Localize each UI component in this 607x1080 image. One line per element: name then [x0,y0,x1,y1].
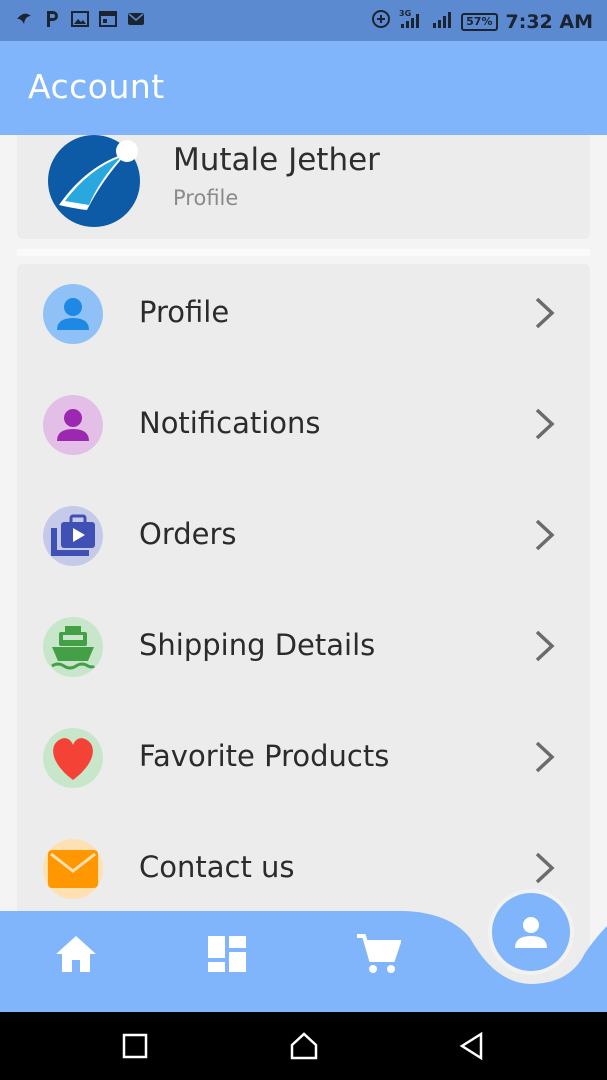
profile-subtitle: Profile [173,186,239,210]
page-title: Account [28,67,165,106]
menu-item-shipping-details[interactable]: Shipping Details [17,597,590,708]
heart-icon [43,728,103,788]
account-icon[interactable] [492,893,570,971]
parking-icon [42,9,62,29]
back-icon[interactable] [456,1030,488,1062]
image-icon [70,9,90,29]
home-system-icon[interactable] [288,1030,320,1062]
menu-item-label: Orders [139,517,237,551]
ship-icon [43,617,103,677]
menu-item-orders[interactable]: Orders [17,486,590,597]
chevron-right-icon [535,741,555,773]
menu-item-label: Favorite Products [139,739,390,773]
app-notification-icon [14,9,34,29]
mail-icon [43,839,103,899]
chevron-right-icon [535,408,555,440]
person-icon [43,395,103,455]
avatar[interactable] [47,135,142,227]
signal-icon [431,9,453,34]
profile-header-card[interactable]: Mutale Jether Profile [17,135,590,239]
message-icon [126,9,146,29]
recent-apps-icon[interactable] [119,1030,151,1062]
app-bar: Account [0,41,607,135]
dashboard-icon[interactable] [203,930,251,978]
notification-icons [14,9,146,29]
menu-item-label: Notifications [139,406,321,440]
chevron-right-icon [535,852,555,884]
menu-item-favorite-products[interactable]: Favorite Products [17,708,590,819]
clock-time: 7:32 AM [505,10,594,33]
svg-text:3G: 3G [399,9,411,18]
menu-item-label: Profile [139,295,230,329]
chevron-right-icon [535,519,555,551]
cart-icon[interactable] [354,930,402,978]
battery-level: 57% [461,12,498,31]
menu-item-profile[interactable]: Profile [17,264,590,375]
data-saver-icon [371,9,391,34]
signal-3g-icon: 3G [399,8,423,35]
menu-item-label: Contact us [139,850,295,884]
orders-icon [43,506,103,566]
menu-item-label: Shipping Details [139,628,376,662]
system-navigation-bar [0,1012,607,1080]
chevron-right-icon [535,297,555,329]
divider [17,249,590,256]
menu-item-notifications[interactable]: Notifications [17,375,590,486]
home-icon[interactable] [52,930,100,978]
person-icon [43,284,103,344]
profile-name: Mutale Jether [173,142,380,178]
calendar-icon [98,9,118,29]
system-status: 3G 57% 7:32 AM [371,8,593,35]
status-bar: 3G 57% 7:32 AM [0,0,607,41]
chevron-right-icon [535,630,555,662]
